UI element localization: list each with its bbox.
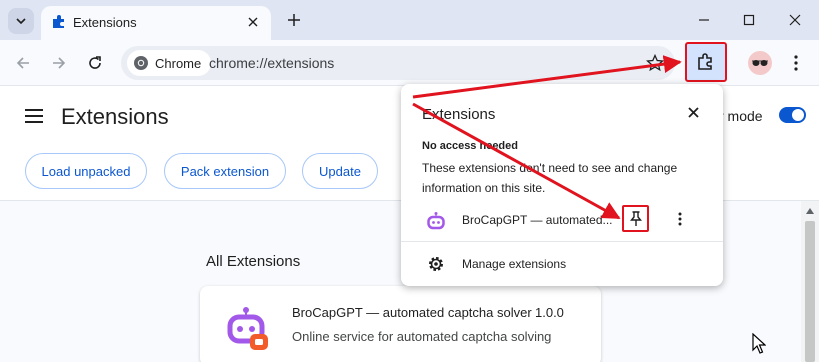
extensions-popup: Extensions No access needed These extens… — [401, 84, 723, 286]
tab-search-button[interactable] — [8, 8, 34, 34]
sunglasses-icon — [752, 60, 768, 66]
puzzle-icon — [53, 15, 64, 28]
popup-description: These extensions don't need to see and c… — [422, 161, 678, 195]
gear-icon — [429, 257, 443, 271]
more-vertical-icon — [794, 55, 798, 71]
address-bar[interactable]: Chrome chrome://extensions — [121, 46, 675, 80]
new-tab-button[interactable] — [283, 9, 305, 31]
arrow-right-icon — [53, 57, 66, 69]
section-title: All Extensions — [206, 253, 301, 270]
popup-extension-name[interactable]: BroCapGPT — automated... — [462, 213, 613, 227]
load-unpacked-button[interactable]: Load unpacked — [25, 153, 147, 189]
scrollbar-thumb[interactable] — [805, 221, 815, 362]
chip-label: Chrome — [155, 55, 202, 71]
close-window-button[interactable] — [781, 8, 809, 32]
extension-card: BroCapGPT — automated captcha solver 1.0… — [200, 286, 601, 362]
developer-mode-toggle[interactable] — [779, 107, 806, 123]
profile-avatar[interactable] — [748, 51, 772, 75]
hamburger-menu-icon[interactable] — [24, 106, 44, 126]
tab-close-icon[interactable] — [243, 12, 263, 32]
puzzle-icon — [698, 53, 712, 70]
minimize-button[interactable] — [690, 8, 718, 32]
chrome-menu-button[interactable] — [785, 50, 807, 76]
developer-mode-label: r mode — [719, 108, 763, 124]
extensions-toolbar-button[interactable] — [685, 42, 727, 82]
forward-button[interactable] — [46, 50, 72, 76]
robot-icon — [227, 307, 268, 350]
close-icon — [687, 106, 699, 118]
back-button[interactable] — [10, 50, 36, 76]
triangle-up-icon — [806, 208, 814, 214]
pin-extension-button[interactable] — [622, 205, 649, 232]
tab-title: Extensions — [73, 15, 137, 30]
arrow-left-icon — [16, 57, 29, 69]
url-text: chrome://extensions — [209, 55, 335, 71]
pack-extension-button[interactable]: Pack extension — [164, 153, 286, 189]
more-vertical-icon — [678, 212, 682, 226]
star-icon — [646, 54, 664, 72]
close-icon — [789, 14, 801, 26]
chevron-down-icon — [16, 18, 26, 25]
plus-icon — [288, 14, 300, 26]
scroll-up-button[interactable] — [803, 205, 817, 217]
extension-description: Online service for automated captcha sol… — [292, 329, 552, 344]
page-title: Extensions — [61, 104, 169, 129]
extension-version: 1.0.0 — [535, 305, 564, 320]
popup-close-button[interactable] — [683, 102, 703, 122]
robot-icon — [427, 212, 445, 230]
reload-icon — [89, 56, 101, 69]
manage-extensions-link[interactable]: Manage extensions — [462, 257, 566, 271]
update-button[interactable]: Update — [302, 153, 378, 189]
tab-strip: Extensions — [0, 0, 819, 40]
extension-name: BroCapGPT — automated captcha solver — [292, 305, 532, 320]
popup-title: Extensions — [422, 106, 496, 123]
popup-section-heading: No access needed — [422, 140, 518, 152]
pin-icon — [629, 210, 642, 226]
tab-extensions[interactable]: Extensions — [41, 6, 271, 40]
site-info-chip[interactable]: Chrome — [127, 50, 212, 76]
chrome-icon — [134, 56, 148, 70]
reload-button[interactable] — [82, 50, 108, 76]
extension-more-button[interactable] — [672, 208, 688, 230]
maximize-icon — [743, 14, 755, 26]
popup-divider — [401, 241, 723, 242]
mouse-cursor-icon — [752, 333, 766, 354]
bookmark-star-button[interactable] — [645, 53, 665, 73]
minimize-icon — [699, 19, 709, 21]
maximize-button[interactable] — [735, 8, 763, 32]
